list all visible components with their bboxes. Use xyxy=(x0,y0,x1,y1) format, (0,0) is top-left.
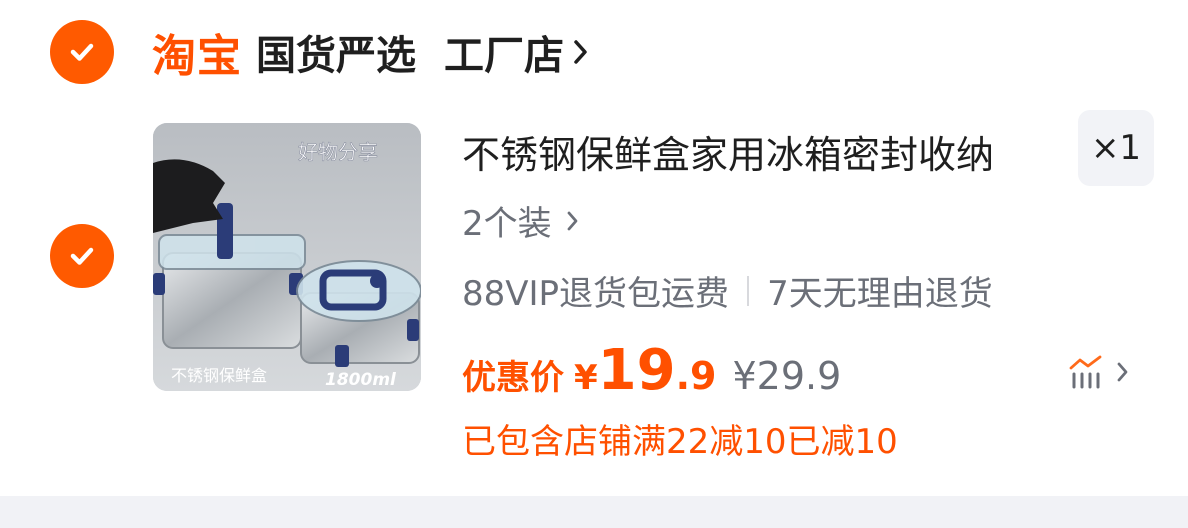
item-select-checkbox[interactable] xyxy=(50,224,114,288)
image-overlay-bottom-right: 1800ml xyxy=(325,370,397,390)
product-image[interactable]: 好物分享 不锈钢保鲜盒 1800ml xyxy=(153,123,421,391)
shop-name: 国货严选 xyxy=(256,33,416,79)
original-price: ¥29.9 xyxy=(732,354,842,398)
price-trend-button[interactable] xyxy=(1068,354,1130,390)
product-title[interactable]: 不锈钢保鲜盒家用冰箱密封收纳 xyxy=(462,124,994,179)
cart-shop-card: 淘宝 国货严选 工厂店 好物分享 不锈钢保鲜盒 1800ml 不锈钢保鲜盒家用冰… xyxy=(0,0,1188,496)
price-symbol: ¥ xyxy=(574,358,598,398)
quantity-badge[interactable]: ×1 xyxy=(1078,110,1154,186)
chevron-right-icon xyxy=(567,211,578,230)
image-overlay-bottom-left: 不锈钢保鲜盒 xyxy=(171,366,267,385)
price-decimal: .9 xyxy=(675,354,717,398)
divider xyxy=(747,275,750,306)
sku-selector[interactable]: 2个装 xyxy=(462,196,580,245)
shop-sub-name: 工厂店 xyxy=(444,33,564,79)
price-row: 优惠价 ¥ 19 .9 ¥29.9 xyxy=(462,338,841,403)
price-trend-icon xyxy=(1069,355,1102,389)
service-tag-7day-return: 7天无理由退货 xyxy=(767,274,993,314)
check-icon xyxy=(70,43,94,61)
price-integer: 19 xyxy=(597,338,676,403)
service-tag-return-shipping: 88VIP退货包运费 xyxy=(462,274,730,314)
sku-label: 2个装 xyxy=(462,204,552,244)
image-overlay-top: 好物分享 xyxy=(298,140,378,164)
check-icon xyxy=(70,247,94,265)
chevron-right-icon xyxy=(574,40,587,64)
shop-header[interactable]: 淘宝 国货严选 工厂店 xyxy=(152,22,590,82)
taobao-logo: 淘宝 xyxy=(152,31,242,82)
chevron-right-icon xyxy=(1117,362,1128,382)
shop-select-checkbox[interactable] xyxy=(50,20,114,84)
product-photo: 好物分享 不锈钢保鲜盒 1800ml xyxy=(153,123,421,391)
service-tags: 88VIP退货包运费 7天无理由退货 xyxy=(462,266,993,315)
promotion-text: 已包含店铺满22减10已减10 xyxy=(462,422,898,462)
price-label: 优惠价 xyxy=(462,358,564,398)
